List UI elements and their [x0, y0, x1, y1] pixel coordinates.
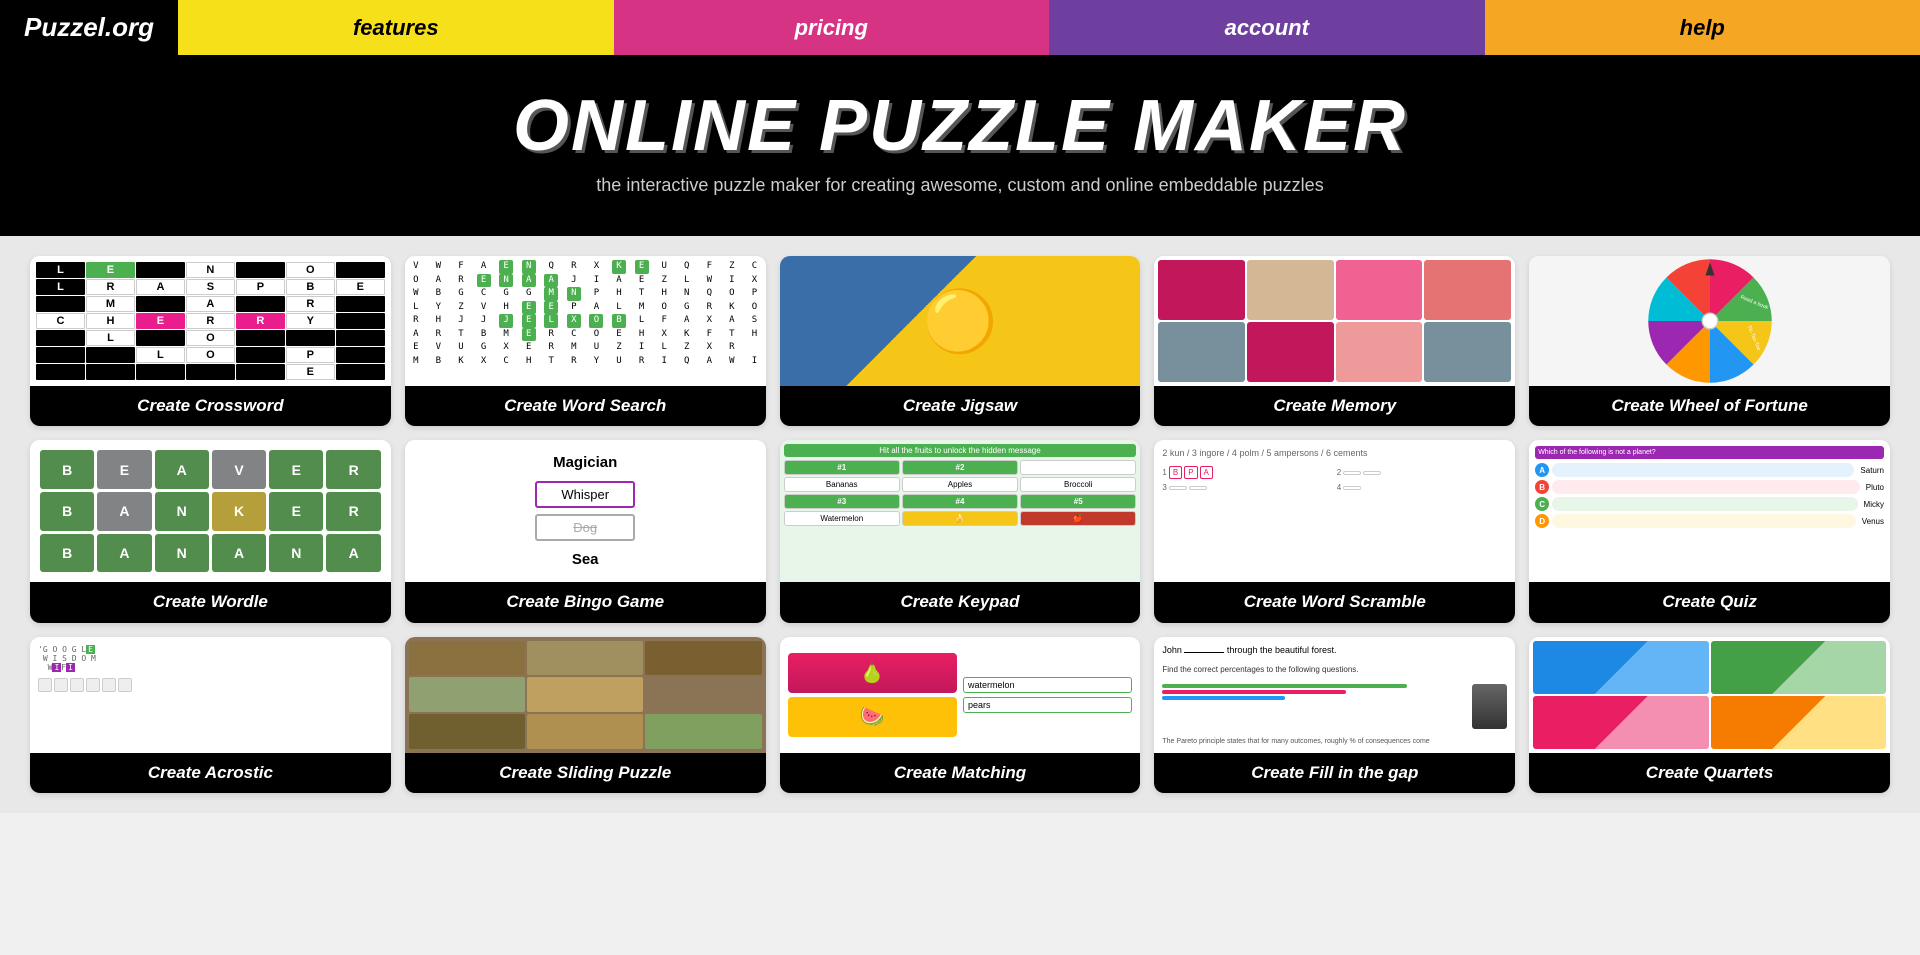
thumb-quartets-img: [1529, 637, 1890, 753]
puzzle-grid-container: LENO LRASPBE MAR CHERRY LO LOP E Create …: [0, 236, 1920, 813]
card-fillgap[interactable]: John through the beautiful forest. Find …: [1154, 637, 1515, 793]
nav-pricing[interactable]: pricing: [614, 0, 1050, 55]
card-matching-label: Create Matching: [780, 753, 1141, 793]
hero-subtitle: the interactive puzzle maker for creatin…: [20, 175, 1900, 196]
card-wordle[interactable]: BEAVER BANKER BANANA Create Wordle: [30, 440, 391, 622]
nav-logo[interactable]: Puzzel.org: [0, 0, 178, 55]
thumb-sliding-img: [405, 637, 766, 753]
card-crossword-label: Create Crossword: [30, 386, 391, 426]
card-fillgap-label: Create Fill in the gap: [1154, 753, 1515, 793]
thumb-keypad-img: Hit all the fruits to unlock the hidden …: [780, 440, 1141, 582]
card-crossword[interactable]: LENO LRASPBE MAR CHERRY LO LOP E Create …: [30, 256, 391, 426]
wheel-svg: Read a book Tic-Tac-Toe: [1645, 256, 1775, 386]
card-wordsearch-label: Create Word Search: [405, 386, 766, 426]
nav-account[interactable]: account: [1049, 0, 1485, 55]
card-keypad-label: Create Keypad: [780, 582, 1141, 622]
card-memory-label: Create Memory: [1154, 386, 1515, 426]
card-acrostic[interactable]: 'G O O G LE W I S D O M WIFI Create Acro: [30, 637, 391, 793]
card-quartets[interactable]: Create Quartets: [1529, 637, 1890, 793]
card-scramble-label: Create Word Scramble: [1154, 582, 1515, 622]
thumb-crossword: LENO LRASPBE MAR CHERRY LO LOP E: [30, 256, 391, 386]
card-memory[interactable]: Create Memory: [1154, 256, 1515, 426]
card-quiz-label: Create Quiz: [1529, 582, 1890, 622]
thumb-wheel-img: Read a book Tic-Tac-Toe: [1529, 256, 1890, 386]
card-wordle-label: Create Wordle: [30, 582, 391, 622]
card-wheel-label: Create Wheel of Fortune: [1529, 386, 1890, 426]
nav-features[interactable]: features: [178, 0, 614, 55]
navbar: Puzzel.org features pricing account help: [0, 0, 1920, 55]
hero-section: ONLINE PUZZLE MAKER the interactive puzz…: [0, 55, 1920, 236]
thumb-quiz-img: Which of the following is not a planet? …: [1529, 440, 1890, 582]
nav-help[interactable]: help: [1485, 0, 1920, 55]
card-sliding-label: Create Sliding Puzzle: [405, 753, 766, 793]
card-acrostic-label: Create Acrostic: [30, 753, 391, 793]
thumb-fillgap-img: John through the beautiful forest. Find …: [1154, 637, 1515, 753]
thumb-bingo-img: Magician Whisper Dog Sea: [405, 440, 766, 582]
card-jigsaw-label: Create Jigsaw: [780, 386, 1141, 426]
card-matching[interactable]: 🍐 🍉 watermelon pears Create Matching: [780, 637, 1141, 793]
thumb-wordsearch-img: VWFAENQRXKEUQFZC OARENAAJIAEZLWIX WBGCGG…: [405, 256, 766, 386]
card-sliding[interactable]: Create Sliding Puzzle: [405, 637, 766, 793]
card-quartets-label: Create Quartets: [1529, 753, 1890, 793]
puzzle-grid: LENO LRASPBE MAR CHERRY LO LOP E Create …: [30, 256, 1890, 793]
card-quiz[interactable]: Which of the following is not a planet? …: [1529, 440, 1890, 622]
hero-title: ONLINE PUZZLE MAKER: [20, 85, 1900, 167]
card-wheel[interactable]: Read a book Tic-Tac-Toe Create Wheel of …: [1529, 256, 1890, 426]
card-scramble[interactable]: 2 kun / 3 ingore / 4 polm / 5 ampersons …: [1154, 440, 1515, 622]
card-wordsearch[interactable]: VWFAENQRXKEUQFZC OARENAAJIAEZLWIX WBGCGG…: [405, 256, 766, 426]
card-jigsaw[interactable]: 🟡 Create Jigsaw: [780, 256, 1141, 426]
card-bingo[interactable]: Magician Whisper Dog Sea Create Bingo Ga…: [405, 440, 766, 622]
thumb-acrostic-img: 'G O O G LE W I S D O M WIFI: [30, 637, 391, 753]
thumb-memory-img: [1154, 256, 1515, 386]
thumb-matching-img: 🍐 🍉 watermelon pears: [780, 637, 1141, 753]
thumb-jigsaw-img: 🟡: [780, 256, 1141, 386]
thumb-wordle-img: BEAVER BANKER BANANA: [30, 440, 391, 582]
card-keypad[interactable]: Hit all the fruits to unlock the hidden …: [780, 440, 1141, 622]
thumb-scramble-img: 2 kun / 3 ingore / 4 polm / 5 ampersons …: [1154, 440, 1515, 582]
card-bingo-label: Create Bingo Game: [405, 582, 766, 622]
nav-items: features pricing account help: [178, 0, 1920, 55]
